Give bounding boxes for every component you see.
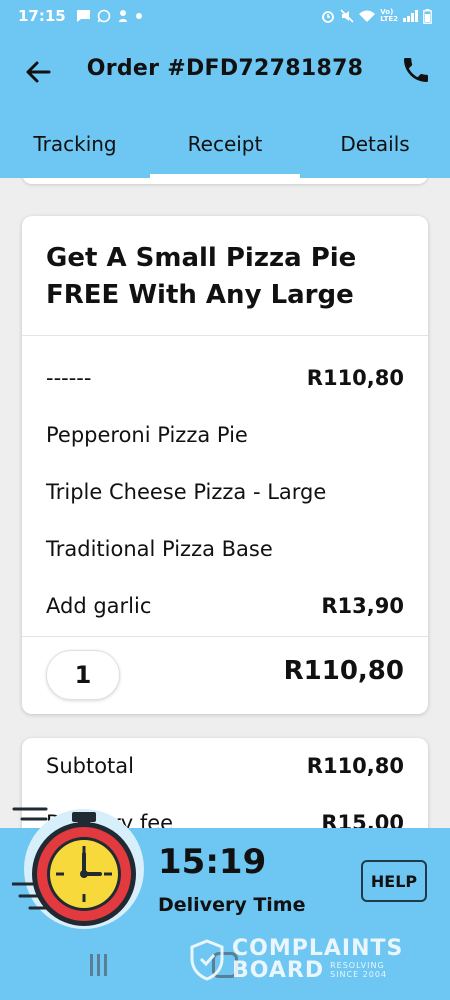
promo-title: Get A Small Pizza Pie FREE With Any Larg…: [22, 216, 428, 336]
order-line: ------ R110,80: [46, 366, 404, 390]
line-total: R110,80: [283, 656, 404, 686]
watermark-text: COMPLAINTS BOARD RESOLVING SINCE 2004: [232, 936, 404, 983]
delivery-eta: 15:19: [158, 842, 267, 882]
tab-bar: Tracking Receipt Details: [0, 110, 450, 178]
whatsapp-icon: [97, 9, 111, 23]
wifi-icon: [359, 10, 376, 22]
tab-receipt[interactable]: Receipt: [150, 110, 300, 178]
watermark: COMPLAINTS BOARD RESOLVING SINCE 2004: [190, 938, 403, 982]
signal-icon: [403, 10, 418, 22]
stopwatch-icon: [12, 807, 144, 929]
status-right-icons: Vo) LTE2: [321, 8, 432, 24]
shield-icon: [190, 939, 224, 981]
mute-icon: [340, 9, 354, 23]
order-line: Traditional Pizza Base: [46, 537, 273, 561]
order-line: Triple Cheese Pizza - Large: [46, 480, 327, 504]
order-line: Pepperoni Pizza Pie: [46, 423, 248, 447]
delivery-time-banner: 15:19 Delivery Time HELP: [0, 807, 450, 932]
page-title: Order #DFD72781878: [86, 56, 364, 81]
app-header: Order #DFD72781878: [0, 32, 450, 110]
status-time: 17:15: [18, 7, 66, 25]
notification-icon: [118, 10, 127, 22]
subtotal-row: Subtotal R110,80: [46, 754, 404, 778]
phone-icon[interactable]: [400, 54, 432, 86]
quantity-badge: 1: [46, 650, 120, 700]
order-line: Add garlic R13,90: [46, 594, 404, 618]
battery-icon: [423, 8, 432, 24]
dot-icon: [135, 13, 142, 19]
help-button[interactable]: HELP: [361, 860, 427, 902]
alarm-icon: [322, 11, 335, 23]
previous-card-edge: [22, 178, 428, 184]
lte-icon: Vo) LTE2: [380, 8, 398, 23]
tab-tracking[interactable]: Tracking: [0, 110, 150, 178]
tab-details[interactable]: Details: [300, 110, 450, 178]
message-icon: [76, 10, 90, 22]
order-item-card: Get A Small Pizza Pie FREE With Any Larg…: [22, 216, 428, 714]
status-bar: 17:15 Vo) LTE2: [0, 0, 450, 32]
recent-apps-button[interactable]: [90, 954, 112, 976]
system-nav-bar: COMPLAINTS BOARD RESOLVING SINCE 2004: [0, 932, 450, 1000]
delivery-eta-label: Delivery Time: [158, 894, 306, 916]
divider: [22, 636, 428, 637]
receipt-scroll-area[interactable]: Get A Small Pizza Pie FREE With Any Larg…: [0, 178, 450, 828]
status-left-icons: [76, 9, 143, 23]
